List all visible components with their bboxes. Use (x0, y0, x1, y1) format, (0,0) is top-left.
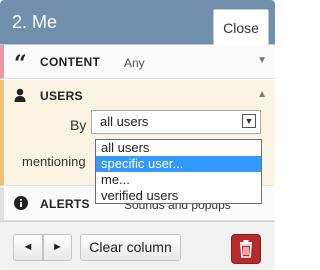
content-section[interactable]: “ CONTENT Any ▼ (0, 45, 275, 79)
clear-column-button[interactable]: Clear column (80, 234, 181, 261)
option-me[interactable]: me... (96, 172, 261, 188)
chevron-down-icon: ▼ (257, 55, 267, 66)
content-value: Any (124, 56, 145, 70)
users-label: USERS (40, 89, 83, 103)
close-button[interactable]: Close (213, 9, 269, 46)
users-filter-value: all users (100, 114, 149, 129)
column-title: 2. Me (12, 12, 58, 32)
by-label: By (70, 117, 87, 133)
quote-icon: “ (14, 51, 27, 77)
arrow-left-icon: ◄ (22, 241, 34, 253)
users-filter-select[interactable]: all users ▼ (91, 110, 261, 134)
move-right-button[interactable]: ► (43, 234, 72, 261)
option-all-users[interactable]: all users (96, 140, 261, 156)
content-label: CONTENT (40, 55, 101, 69)
option-specific-user[interactable]: specific user... (96, 156, 261, 172)
mentioning-label: mentioning (22, 154, 86, 169)
chevron-down-icon[interactable]: ▼ (242, 114, 256, 128)
move-left-button[interactable]: ◄ (13, 234, 43, 261)
chevron-up-icon[interactable]: ▲ (257, 89, 267, 100)
delete-column-button[interactable] (231, 234, 261, 264)
arrow-right-icon: ► (52, 241, 63, 253)
option-verified-users[interactable]: verified users (96, 188, 261, 204)
user-icon (14, 88, 26, 106)
users-filter-dropdown: all users specific user... me... verifie… (95, 139, 262, 204)
trash-icon (240, 240, 252, 258)
column-footer: ◄ ► Clear column (0, 221, 275, 270)
info-icon (14, 196, 28, 214)
column-settings-panel: 2. Me Close “ CONTENT Any ▼ USERS ▲ By a… (0, 0, 275, 270)
alerts-label: ALERTS (40, 197, 90, 211)
